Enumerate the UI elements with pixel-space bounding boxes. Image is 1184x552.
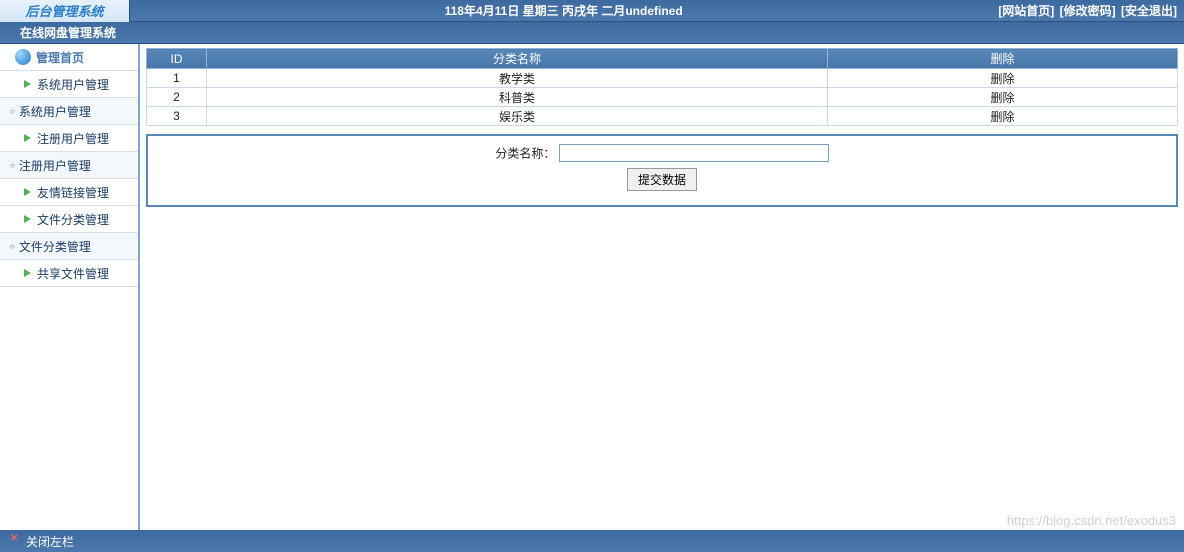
- arrow-icon: [24, 269, 31, 277]
- cell-name: 娱乐类: [207, 107, 828, 126]
- cell-delete: 删除: [828, 107, 1178, 126]
- cell-id: 3: [147, 107, 207, 126]
- top-links: [网站首页] [修改密码] [安全退出]: [997, 2, 1184, 19]
- sidebar-item-label: 系统用户管理: [19, 103, 91, 120]
- cell-name: 科普类: [207, 88, 828, 107]
- sidebar-item-label: 系统用户管理: [37, 76, 109, 93]
- sidebar-item-file-category-parent[interactable]: 文件分类管理: [0, 233, 138, 260]
- link-logout[interactable]: [安全退出]: [1121, 4, 1177, 18]
- label-category-name: 分类名称：: [495, 147, 555, 161]
- close-left-panel[interactable]: 关闭左栏: [0, 533, 74, 550]
- globe-icon: [15, 49, 31, 65]
- table-row: 3 娱乐类 删除: [147, 107, 1178, 126]
- date-info: 118年4月11日 星期三 丙戌年 二月undefined: [130, 2, 997, 19]
- category-form: 分类名称： 提交数据: [146, 134, 1178, 207]
- sidebar-item-label: 友情链接管理: [37, 184, 109, 201]
- sidebar-item-share-file[interactable]: 共享文件管理: [0, 260, 138, 287]
- logo: 后台管理系统: [0, 0, 130, 22]
- sidebar-item-label: 管理首页: [36, 49, 84, 66]
- sidebar-item-register-user-parent[interactable]: 注册用户管理: [0, 152, 138, 179]
- input-category-name[interactable]: [559, 144, 829, 162]
- sidebar-item-label: 文件分类管理: [19, 238, 91, 255]
- cell-delete: 删除: [828, 69, 1178, 88]
- cell-id: 2: [147, 88, 207, 107]
- th-delete: 删除: [828, 49, 1178, 69]
- arrow-icon: [24, 80, 31, 88]
- sidebar-item-label: 共享文件管理: [37, 265, 109, 282]
- sidebar-item-system-user-child[interactable]: 系统用户管理: [0, 71, 138, 98]
- cell-delete: 删除: [828, 88, 1178, 107]
- sub-bar: 在线网盘管理系统: [0, 22, 1184, 44]
- system-title: 在线网盘管理系统: [0, 24, 116, 41]
- cell-id: 1: [147, 69, 207, 88]
- sidebar: 管理首页 系统用户管理 系统用户管理 注册用户管理 注册用户管理: [0, 44, 140, 530]
- sidebar-item-register-user-child[interactable]: 注册用户管理: [0, 125, 138, 152]
- arrow-icon: [24, 188, 31, 196]
- table-row: 1 教学类 删除: [147, 69, 1178, 88]
- sidebar-item-label: 注册用户管理: [37, 130, 109, 147]
- th-name: 分类名称: [207, 49, 828, 69]
- link-change-password[interactable]: [修改密码]: [1060, 4, 1116, 18]
- sidebar-item-system-user-parent[interactable]: 系统用户管理: [0, 98, 138, 125]
- top-bar: 后台管理系统 118年4月11日 星期三 丙戌年 二月undefined [网站…: [0, 0, 1184, 22]
- delete-link[interactable]: 删除: [990, 91, 1014, 105]
- sidebar-item-label: 注册用户管理: [19, 157, 91, 174]
- delete-link[interactable]: 删除: [990, 110, 1014, 124]
- cell-name: 教学类: [207, 69, 828, 88]
- sidebar-item-friend-link[interactable]: 友情链接管理: [0, 179, 138, 206]
- sidebar-item-file-category-child[interactable]: 文件分类管理: [0, 206, 138, 233]
- sidebar-item-home[interactable]: 管理首页: [0, 44, 138, 71]
- footer-bar: 关闭左栏: [0, 530, 1184, 552]
- sidebar-item-label: 文件分类管理: [37, 211, 109, 228]
- form-row-submit: 提交数据: [148, 168, 1176, 191]
- main-content: ID 分类名称 删除 1 教学类 删除 2 科普类 删除: [140, 44, 1184, 530]
- form-row-name: 分类名称：: [148, 144, 1176, 162]
- submit-button[interactable]: 提交数据: [627, 168, 697, 191]
- category-table: ID 分类名称 删除 1 教学类 删除 2 科普类 删除: [146, 48, 1178, 126]
- table-row: 2 科普类 删除: [147, 88, 1178, 107]
- table-header-row: ID 分类名称 删除: [147, 49, 1178, 69]
- arrow-icon: [24, 134, 31, 142]
- delete-link[interactable]: 删除: [990, 72, 1014, 86]
- th-id: ID: [147, 49, 207, 69]
- link-site-home[interactable]: [网站首页]: [998, 4, 1054, 18]
- arrow-icon: [24, 215, 31, 223]
- sidebar-menu: 管理首页 系统用户管理 系统用户管理 注册用户管理 注册用户管理: [0, 44, 138, 287]
